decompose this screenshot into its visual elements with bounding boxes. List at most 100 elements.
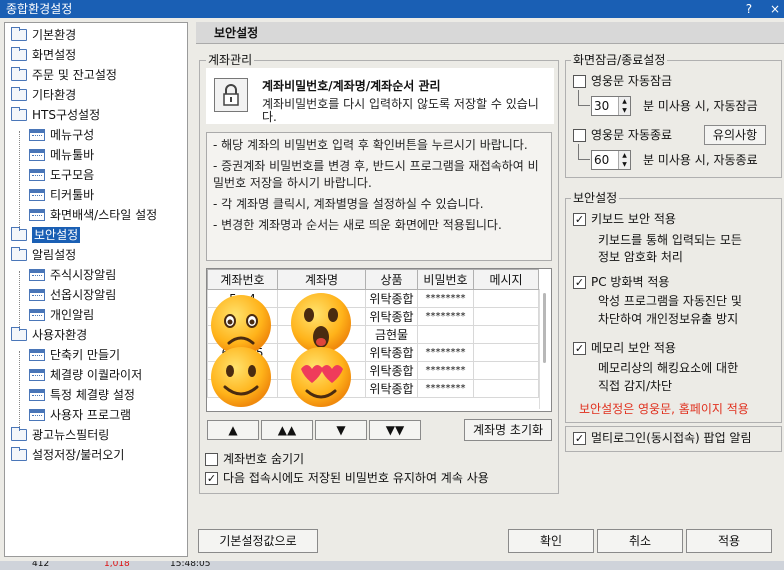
- table-cell-pw[interactable]: ********: [417, 361, 474, 380]
- page-icon: [29, 168, 45, 181]
- account-group-title: 계좌관리: [206, 53, 255, 67]
- exit-minutes-spinner[interactable]: 60 ▲ ▼: [591, 150, 631, 170]
- move-top-button[interactable]: ▲▲: [261, 420, 313, 440]
- tree-item[interactable]: 기타환경: [11, 85, 76, 105]
- tree-item[interactable]: 광고뉴스필터링: [11, 425, 109, 445]
- tree-item-label: 화면설정: [32, 48, 77, 62]
- tree-item[interactable]: 알림설정: [11, 245, 76, 265]
- tree-item[interactable]: HTS구성설정: [11, 105, 100, 125]
- defaults-button[interactable]: 기본설정값으로: [198, 529, 318, 553]
- spin-up-icon[interactable]: ▲: [619, 97, 630, 106]
- table-cell-pw[interactable]: ********: [417, 289, 474, 308]
- folder-icon: [11, 426, 27, 441]
- memory-security-checkbox[interactable]: ✓: [573, 342, 586, 355]
- tree-item[interactable]: 주문 및 잔고설정: [11, 65, 117, 85]
- reset-account-name-button[interactable]: 계좌명 초기화: [464, 419, 552, 441]
- security-note: 보안설정은 영웅문, 홈페이지 적용: [579, 402, 749, 416]
- tree-item-label: 알림설정: [32, 248, 77, 262]
- tree-item[interactable]: 단축키 만들기: [29, 345, 120, 365]
- spin-up-icon[interactable]: ▲: [619, 151, 630, 160]
- tree-item-label: 개인알림: [50, 308, 95, 322]
- background-cell: 1,018: [104, 561, 130, 569]
- auto-exit-checkbox[interactable]: [573, 129, 586, 142]
- table-cell-pw[interactable]: ********: [417, 307, 474, 326]
- window-title: 종합환경설정: [6, 2, 73, 16]
- shocked-face-icon: [291, 293, 351, 353]
- col-message[interactable]: 메시지: [473, 269, 539, 290]
- col-product[interactable]: 상품: [365, 269, 418, 290]
- firewall-label: PC 방화벽 적용: [591, 275, 670, 289]
- cancel-button[interactable]: 취소: [597, 529, 683, 553]
- background-cell: 412: [32, 561, 50, 569]
- spin-down-icon[interactable]: ▼: [619, 106, 630, 115]
- col-account-no[interactable]: 계좌번호: [207, 269, 278, 290]
- table-cell-msg: [473, 307, 539, 326]
- keyboard-security-checkbox[interactable]: ✓: [573, 213, 586, 226]
- tree-item-label: 설정저장/불러오기: [32, 448, 125, 462]
- tree-item[interactable]: 메뉴구성: [29, 125, 94, 145]
- tree-item[interactable]: 보안설정: [11, 225, 81, 245]
- tree-item[interactable]: 주식시장알림: [29, 265, 116, 285]
- firewall-checkbox[interactable]: ✓: [573, 276, 586, 289]
- tree-item[interactable]: 설정저장/불러오기: [11, 445, 124, 465]
- memory-security-desc: 메모리상의 해킹요소에 대한: [598, 361, 739, 375]
- tree-item-label: 기타환경: [32, 88, 77, 102]
- apply-button[interactable]: 적용: [686, 529, 772, 553]
- tree-item-label: 메뉴구성: [50, 128, 95, 142]
- auto-lock-checkbox[interactable]: [573, 75, 586, 88]
- tree-item-label: 사용자 프로그램: [50, 408, 132, 422]
- smiling-face-icon: [211, 347, 271, 407]
- multilogin-checkbox[interactable]: ✓: [573, 432, 586, 445]
- tree-item-label: 단축키 만들기: [50, 348, 121, 362]
- col-password[interactable]: 비밀번호: [417, 269, 474, 290]
- settings-tree[interactable]: 기본환경화면설정주문 및 잔고설정기타환경 HTS구성설정메뉴구성메뉴툴바도구모음…: [4, 22, 188, 557]
- scrollbar-thumb[interactable]: [543, 293, 546, 363]
- tree-item[interactable]: 특정 체결량 설정: [29, 385, 135, 405]
- lock-minutes-spinner[interactable]: 30 ▲ ▼: [591, 96, 631, 116]
- spinner-arrows[interactable]: ▲ ▼: [618, 97, 630, 115]
- table-scrollbar[interactable]: [539, 289, 549, 409]
- keyboard-security-label: 키보드 보안 적용: [591, 212, 676, 226]
- tree-item[interactable]: 기본환경: [11, 25, 76, 45]
- tree-item-label: 도구모음: [50, 168, 95, 182]
- move-bottom-button[interactable]: ▼▼: [369, 420, 421, 440]
- notice-button[interactable]: 유의사항: [704, 125, 766, 145]
- tree-item[interactable]: 선옵시장알림: [29, 285, 116, 305]
- table-cell-msg: [473, 361, 539, 380]
- tree-item[interactable]: 도구모음: [29, 165, 94, 185]
- tree-item-label: 사용자환경: [32, 328, 88, 342]
- table-cell-pw[interactable]: ********: [417, 379, 474, 398]
- account-table-panel[interactable]: 계좌번호 계좌명 상품 비밀번호 메시지 5...4위탁종합********위탁…: [206, 268, 552, 412]
- tree-item[interactable]: 메뉴툴바: [29, 145, 94, 165]
- tree-item[interactable]: 사용자환경: [11, 325, 87, 345]
- hide-account-no-checkbox[interactable]: [205, 453, 218, 466]
- spin-down-icon[interactable]: ▼: [619, 160, 630, 169]
- table-cell-pw[interactable]: ********: [417, 343, 474, 362]
- lock-suffix: 분 미사용 시, 자동잠금: [643, 99, 758, 113]
- move-down-button[interactable]: ▼: [315, 420, 367, 440]
- tree-item[interactable]: 개인알림: [29, 305, 94, 325]
- col-account-name[interactable]: 계좌명: [277, 269, 366, 290]
- page-icon: [29, 348, 45, 361]
- move-up-button[interactable]: ▲: [207, 420, 259, 440]
- tree-item[interactable]: 체결량 이퀄라이저: [29, 365, 142, 385]
- firewall-desc: 차단하여 개인정보유출 방지: [598, 312, 739, 326]
- close-button[interactable]: ×: [770, 2, 780, 16]
- table-cell-msg: [473, 379, 539, 398]
- memory-security-label: 메모리 보안 적용: [591, 341, 676, 355]
- tree-item[interactable]: 화면배색/스타일 설정: [29, 205, 157, 225]
- tree-item[interactable]: 화면설정: [11, 45, 76, 65]
- screen-lock-group-title: 화면잠금/종료설정: [571, 53, 668, 67]
- folder-icon: [11, 86, 27, 101]
- keep-password-checkbox[interactable]: ✓: [205, 472, 218, 485]
- help-button[interactable]: ?: [746, 2, 752, 16]
- tree-item[interactable]: 사용자 프로그램: [29, 405, 131, 425]
- spinner-arrows[interactable]: ▲ ▼: [618, 151, 630, 169]
- page-icon: [29, 288, 45, 301]
- tree-item[interactable]: 티커툴바: [29, 185, 94, 205]
- tree-item-label: 주식시장알림: [50, 268, 117, 282]
- table-cell-pw[interactable]: [417, 325, 474, 344]
- table-cell-msg: [473, 343, 539, 362]
- folder-icon: [11, 326, 27, 341]
- ok-button[interactable]: 확인: [508, 529, 594, 553]
